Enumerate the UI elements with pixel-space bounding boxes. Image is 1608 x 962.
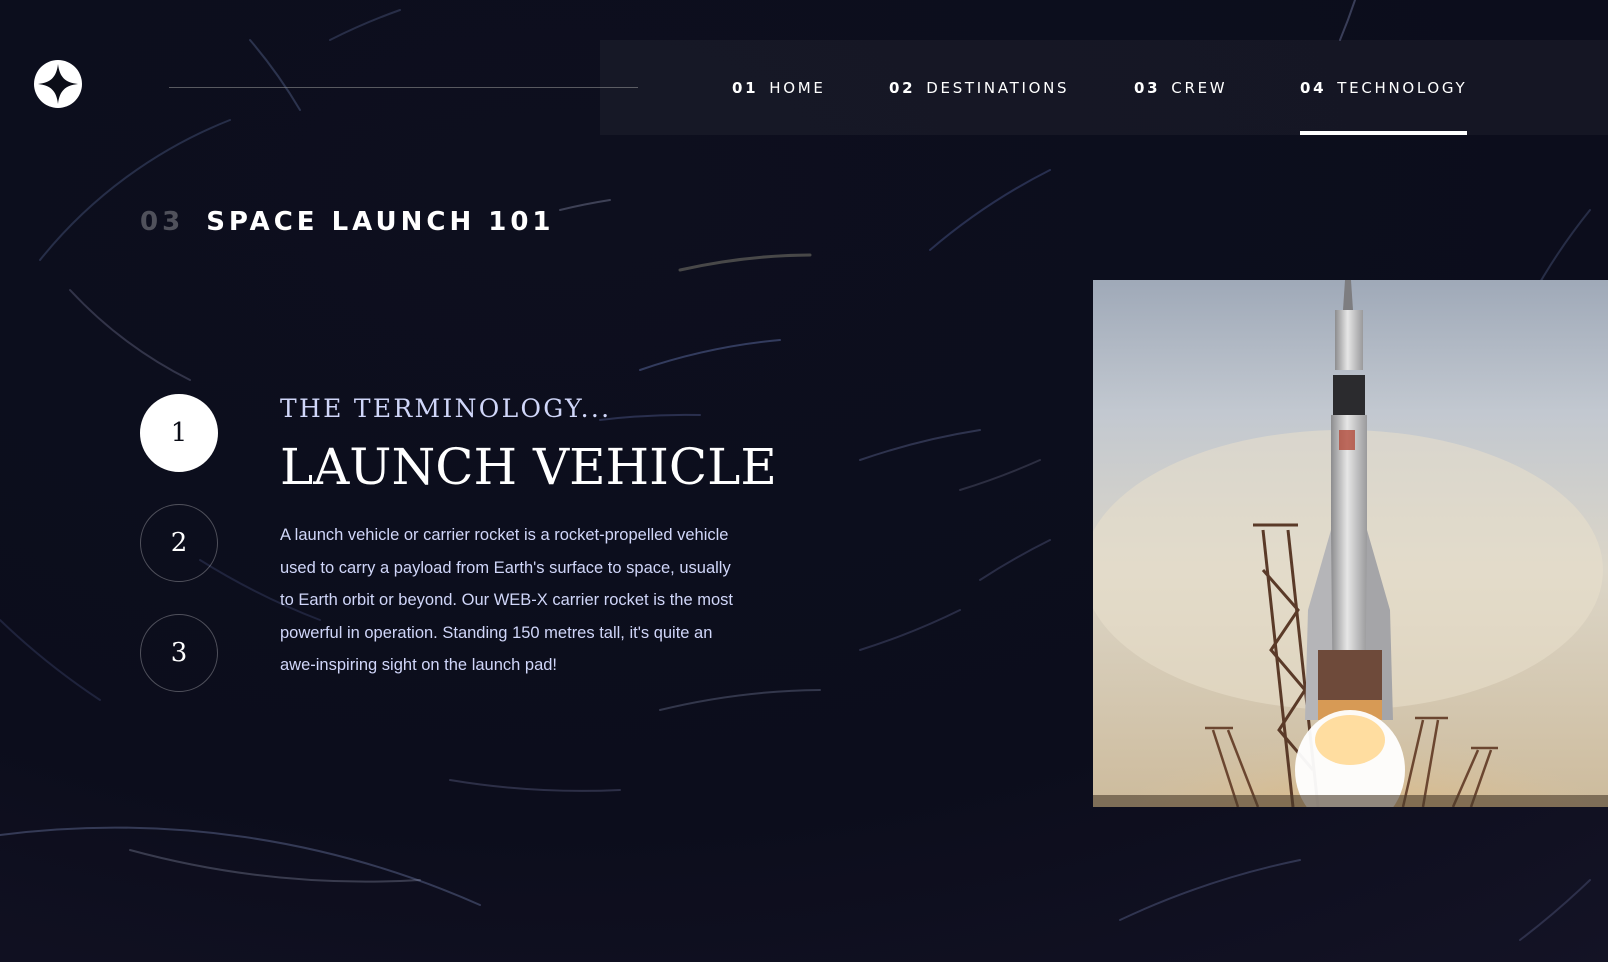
- nav-label: TECHNOLOGY: [1337, 79, 1468, 97]
- launch-vehicle-image: [1093, 280, 1608, 807]
- slide-button-1[interactable]: 1: [140, 394, 218, 472]
- technology-description: A launch vehicle or carrier rocket is a …: [280, 526, 733, 674]
- nav-number: 04: [1300, 79, 1327, 97]
- main-navigation: 01 HOME 02 DESTINATIONS 03 CREW 04 TECHNOLOG…: [600, 40, 1608, 135]
- subheading: THE TERMINOLOGY...: [280, 394, 612, 423]
- technology-title: LAUNCH VEHICLE: [280, 438, 777, 496]
- slide-button-2[interactable]: 2: [140, 504, 218, 582]
- page-title: 03 SPACE LAUNCH 101: [140, 207, 555, 237]
- page-title-text: SPACE LAUNCH 101: [206, 207, 555, 237]
- nav-item-home[interactable]: 01 HOME: [732, 40, 826, 135]
- nav-number: 01: [732, 79, 759, 97]
- slide-button-3[interactable]: 3: [140, 614, 218, 692]
- nav-number: 03: [1134, 79, 1161, 97]
- nav-label: DESTINATIONS: [926, 79, 1070, 97]
- logo-icon[interactable]: [34, 60, 82, 108]
- nav-label: CREW: [1171, 79, 1228, 97]
- nav-item-crew[interactable]: 03 CREW: [1134, 40, 1227, 135]
- nav-number: 02: [889, 79, 916, 97]
- page-title-number: 03: [140, 207, 185, 237]
- nav-label: HOME: [769, 79, 826, 97]
- header-divider-line: [169, 87, 638, 88]
- nav-item-technology[interactable]: 04 TECHNOLOGY: [1300, 40, 1468, 135]
- nav-item-destinations[interactable]: 02 DESTINATIONS: [889, 40, 1069, 135]
